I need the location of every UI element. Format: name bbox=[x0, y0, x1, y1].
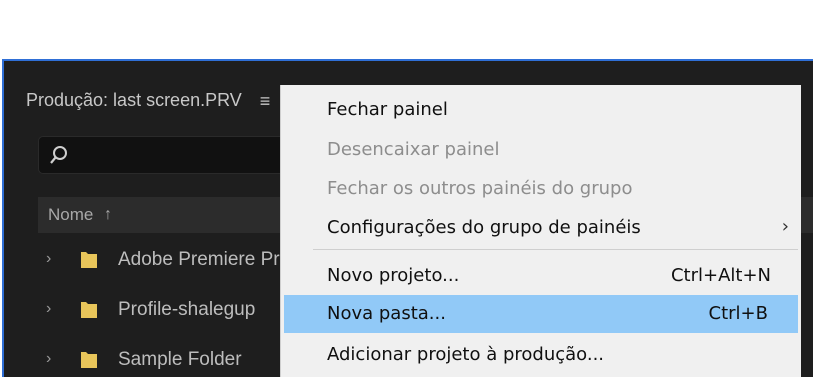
hamburger-menu-icon[interactable]: ≡ bbox=[254, 90, 276, 112]
chevron-right-icon: › bbox=[781, 216, 789, 237]
list-item-label: Profile-shalegup bbox=[118, 299, 256, 320]
menu-item-add-project-to-production[interactable]: Adicionar projeto à produção... bbox=[281, 336, 801, 374]
list-item[interactable]: › Adobe Premiere Pr bbox=[38, 237, 318, 283]
window-top-area bbox=[0, 0, 813, 58]
menu-item-label: Fechar painel bbox=[327, 99, 448, 120]
search-icon bbox=[50, 146, 67, 164]
menu-item-close-panel[interactable]: Fechar painel bbox=[281, 91, 801, 129]
menu-item-label: Configurações do grupo de painéis bbox=[327, 217, 641, 238]
context-menu: Fechar painel Desencaixar painel Fechar … bbox=[280, 85, 801, 377]
menu-item-label: Nova pasta... bbox=[327, 303, 446, 324]
menu-item-undock-panel: Desencaixar painel bbox=[281, 131, 801, 169]
menu-item-new-project[interactable]: Novo projeto... Ctrl+Alt+N bbox=[281, 257, 801, 295]
chevron-right-icon[interactable]: › bbox=[46, 350, 51, 368]
menu-item-shortcut: Ctrl+B bbox=[708, 303, 768, 324]
menu-separator bbox=[313, 249, 798, 250]
search-input[interactable] bbox=[38, 136, 288, 174]
list-item-label: Adobe Premiere Pr bbox=[118, 249, 280, 270]
list-item[interactable]: › Sample Folder bbox=[38, 337, 318, 383]
menu-item-new-folder[interactable]: Nova pasta... Ctrl+B bbox=[284, 295, 798, 333]
column-name-label[interactable]: Nome bbox=[48, 205, 93, 225]
list-item-label: Sample Folder bbox=[118, 349, 242, 370]
menu-item-label: Fechar os outros painéis do grupo bbox=[327, 178, 633, 199]
menu-item-close-other-panels: Fechar os outros painéis do grupo bbox=[281, 170, 801, 208]
menu-item-panel-group-settings[interactable]: Configurações do grupo de painéis › bbox=[281, 209, 801, 247]
folder-icon bbox=[81, 252, 97, 268]
folder-icon bbox=[81, 352, 97, 368]
menu-item-shortcut: Ctrl+Alt+N bbox=[670, 265, 771, 286]
sort-ascending-icon: ↑ bbox=[104, 206, 112, 223]
list-item[interactable]: › Profile-shalegup bbox=[38, 287, 318, 333]
panel-title[interactable]: Produção: last screen.PRV bbox=[26, 90, 242, 111]
chevron-right-icon[interactable]: › bbox=[46, 300, 51, 318]
menu-item-label: Adicionar projeto à produção... bbox=[327, 344, 605, 365]
menu-item-label: Desencaixar painel bbox=[327, 139, 500, 160]
menu-item-label: Novo projeto... bbox=[327, 265, 460, 286]
folder-icon bbox=[81, 302, 97, 318]
chevron-right-icon[interactable]: › bbox=[46, 250, 51, 268]
